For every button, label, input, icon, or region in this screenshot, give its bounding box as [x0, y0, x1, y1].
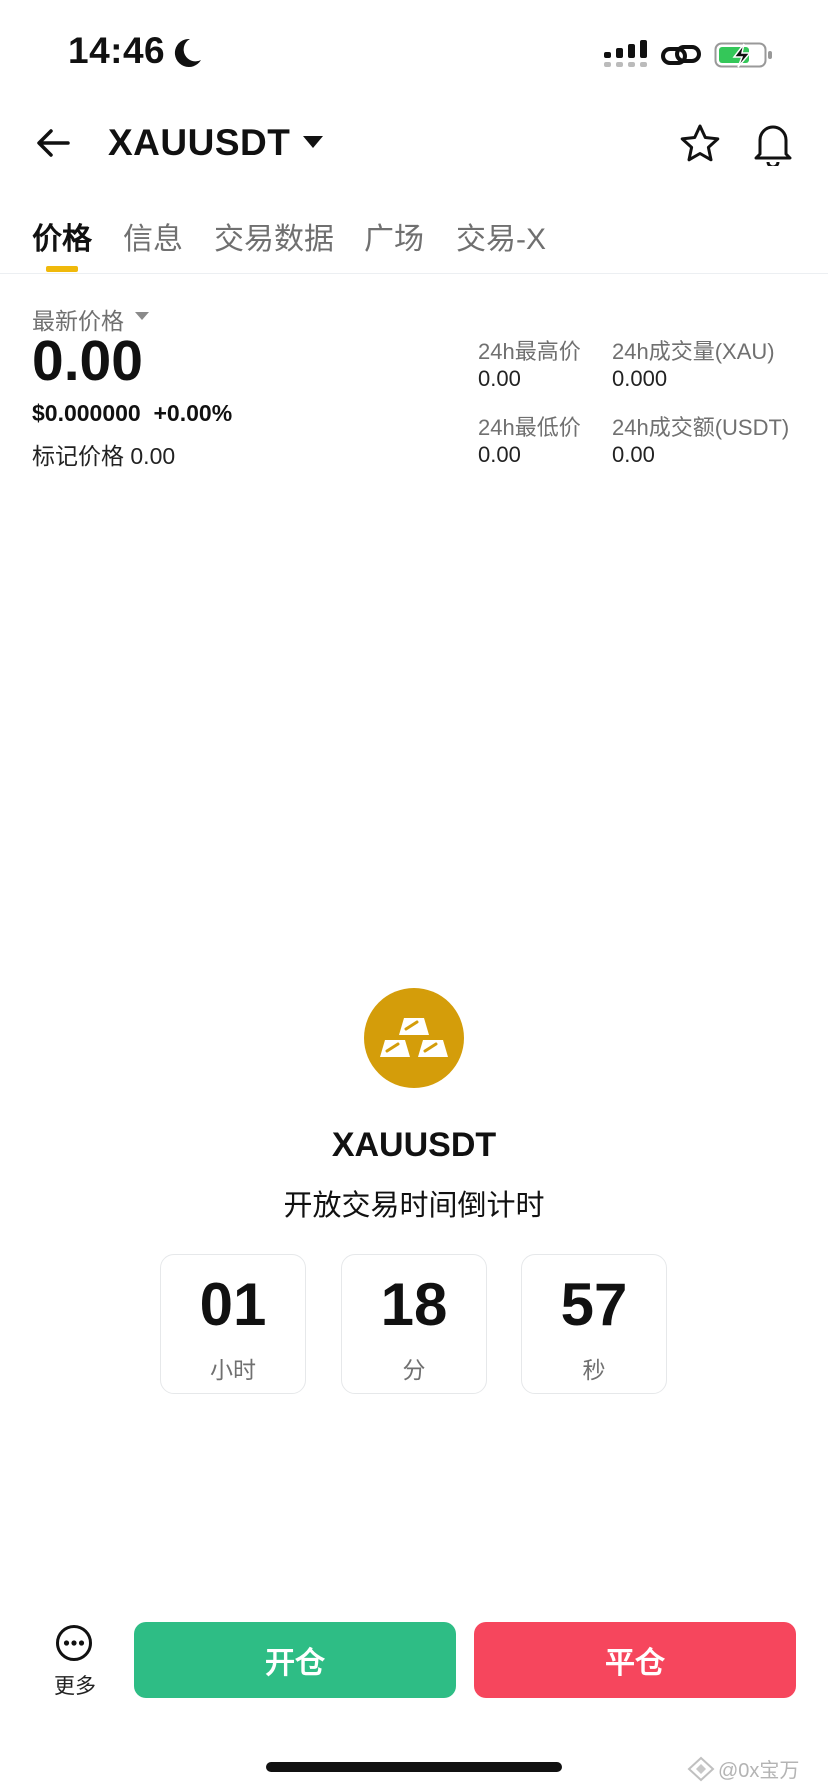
symbol-dropdown-icon[interactable]: [302, 134, 324, 150]
countdown-hours-box: 01 小时: [160, 1254, 306, 1394]
symbol-title[interactable]: XAUUSDT: [108, 122, 290, 164]
countdown-hours-label: 小时: [210, 1357, 256, 1383]
countdown-minutes-box: 18 分: [341, 1254, 487, 1394]
more-icon[interactable]: [55, 1624, 93, 1662]
stat-turnover-label: 24h成交额(USDT): [612, 415, 790, 440]
stat-high-value: 0.00: [478, 366, 521, 391]
tab-active-indicator: [46, 266, 78, 272]
gold-coin-badge: [364, 988, 464, 1088]
stat-high-label: 24h最高价: [478, 339, 581, 364]
watermark-text: @0x宝万: [718, 1760, 800, 1782]
countdown-seconds: 57: [560, 1271, 628, 1338]
countdown-minutes: 18: [380, 1271, 448, 1338]
moon-icon: [174, 38, 201, 67]
more-label[interactable]: 更多: [48, 1670, 102, 1700]
watermark-logo-icon: [687, 1756, 715, 1782]
tabs-divider: [0, 273, 828, 274]
mark-price: 标记价格 0.00: [32, 437, 175, 471]
stat-turnover-value: 0.00: [612, 442, 655, 467]
signal-icon: [604, 40, 647, 67]
open-position-button[interactable]: 开仓: [134, 1622, 456, 1698]
countdown-subtitle: 开放交易时间倒计时: [283, 1190, 545, 1222]
tab-info[interactable]: 信息: [123, 214, 183, 258]
price-type-dropdown-icon[interactable]: [134, 310, 150, 322]
tab-price[interactable]: 价格: [32, 214, 92, 258]
countdown-seconds-label: 秒: [582, 1357, 606, 1383]
countdown-hours: 01: [199, 1271, 267, 1338]
usd-price-change: $0.000000 +0.00%: [32, 400, 233, 426]
back-arrow-icon[interactable]: [32, 122, 74, 164]
close-position-button[interactable]: 平仓: [474, 1622, 796, 1698]
stat-volume-label: 24h成交量(XAU): [612, 339, 775, 364]
last-price-value: 0.00: [32, 329, 143, 393]
star-icon[interactable]: [678, 122, 722, 166]
home-indicator[interactable]: [266, 1762, 562, 1772]
link-icon: [661, 45, 701, 65]
countdown-seconds-box: 57 秒: [521, 1254, 667, 1394]
mark-price-label: 标记价格: [32, 443, 124, 469]
countdown-title: XAUUSDT: [331, 1126, 497, 1164]
stat-volume-value: 0.000: [612, 366, 668, 391]
stat-low-label: 24h最低价: [478, 415, 581, 440]
status-time: 14:46: [68, 30, 166, 71]
mark-price-value: 0.00: [130, 443, 176, 469]
stat-low-value: 0.00: [478, 442, 521, 467]
tab-trading-data[interactable]: 交易数据: [214, 214, 334, 258]
countdown-minutes-label: 分: [402, 1357, 426, 1383]
tab-square[interactable]: 广场: [364, 214, 424, 258]
bell-icon[interactable]: [752, 120, 794, 166]
tab-trading-x[interactable]: 交易-X: [456, 214, 546, 258]
battery-charging-icon: [714, 42, 772, 68]
gold-bars-icon: [380, 1018, 448, 1057]
